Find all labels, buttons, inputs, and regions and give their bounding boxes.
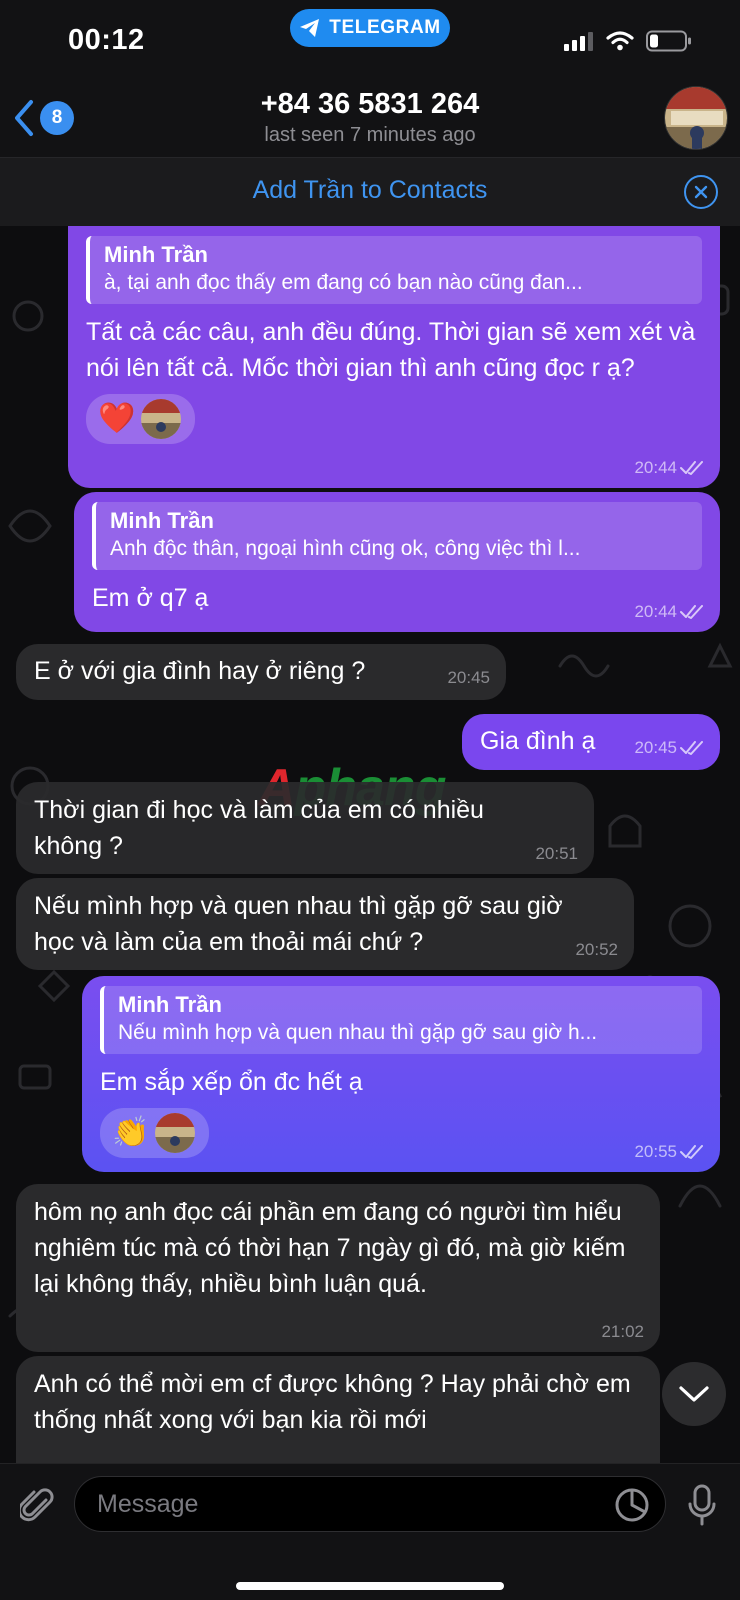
attach-button[interactable]: [16, 1484, 60, 1528]
reactor-avatar: [141, 399, 182, 439]
message-bubble-outgoing[interactable]: Minh Trần Nếu mình hợp và quen nhau thì …: [82, 976, 720, 1172]
chevron-down-icon: [679, 1386, 709, 1402]
status-time: 00:12: [68, 24, 145, 56]
message-meta: 20:44: [634, 458, 704, 478]
message-time: 20:52: [575, 940, 618, 959]
status-bar: 00:12 TELEGRAM: [0, 0, 740, 82]
reply-preview[interactable]: Minh Trần Nếu mình hợp và quen nhau thì …: [100, 986, 702, 1054]
sticker-icon[interactable]: [613, 1486, 651, 1524]
message-meta: 20:44: [634, 602, 704, 622]
message-time: 20:55: [634, 1142, 677, 1161]
wifi-icon: [606, 31, 634, 51]
message-bubble-incoming[interactable]: Thời gian đi học và làm của em có nhiều …: [16, 782, 594, 874]
message-text: Tất cả các câu, anh đều đúng. Thời gian …: [86, 318, 696, 382]
reply-snippet: Anh độc thân, ngoại hình cũng ok, công v…: [110, 537, 581, 560]
message-text: Anh có thể mời em cf được không ? Hay ph…: [34, 1370, 631, 1434]
reaction-chip[interactable]: 👏: [100, 1108, 210, 1158]
reply-preview[interactable]: Minh Trần à, tại anh đọc thấy em đang có…: [86, 236, 702, 304]
message-text: Em sắp xếp ổn đc hết ạ: [100, 1068, 363, 1096]
message-placeholder: Message: [97, 1490, 199, 1518]
reply-sender-name: Minh Trần: [104, 242, 208, 267]
chat-history[interactable]: Minh Trần à, tại anh đọc thấy em đang có…: [0, 226, 740, 1463]
message-meta: 20:51: [535, 844, 578, 864]
reply-snippet: Nếu mình hợp và quen nhau thì gặp gỡ sau…: [118, 1021, 598, 1044]
message-bubble-outgoing[interactable]: Minh Trần à, tại anh đọc thấy em đang có…: [68, 226, 720, 488]
heart-reaction: ❤️: [98, 402, 136, 435]
message-time: 20:51: [535, 844, 578, 863]
message-text: E ở với gia đình hay ở riêng ?: [34, 657, 366, 685]
contact-last-seen: last seen 7 minutes ago: [264, 124, 476, 146]
paperclip-icon: [20, 1488, 54, 1522]
reply-preview[interactable]: Minh Trần Anh độc thân, ngoại hình cũng …: [92, 502, 702, 570]
double-check-icon: [680, 1145, 703, 1159]
message-text: hôm nọ anh đọc cái phần em đang có người…: [34, 1198, 626, 1298]
message-time: 20:45: [447, 668, 490, 687]
message-time: 20:44: [634, 458, 677, 477]
message-time: 20:44: [634, 602, 677, 621]
message-bubble-incoming[interactable]: hôm nọ anh đọc cái phần em đang có người…: [16, 1184, 660, 1352]
telegram-return-pill[interactable]: TELEGRAM: [290, 9, 450, 47]
contact-avatar[interactable]: [664, 86, 728, 150]
battery-icon: [646, 30, 691, 52]
message-bubble-outgoing[interactable]: Minh Trần Anh độc thân, ngoại hình cũng …: [74, 492, 720, 632]
contact-title[interactable]: +84 36 5831 264: [0, 88, 740, 121]
double-check-icon: [680, 461, 703, 475]
message-meta: 20:45: [447, 668, 490, 688]
message-bubble-outgoing[interactable]: Gia đình ạ 20:45: [462, 714, 720, 770]
reply-snippet: à, tại anh đọc thấy em đang có bạn nào c…: [104, 271, 583, 294]
reply-sender-name: Minh Trần: [110, 508, 214, 533]
message-text: Thời gian đi học và làm của em có nhiều …: [34, 796, 484, 860]
message-input[interactable]: Message: [74, 1476, 666, 1532]
message-meta: 20:55: [634, 1142, 704, 1162]
add-contact-banner: Add Trần to Contacts: [0, 158, 740, 226]
reaction-chip[interactable]: ❤️: [86, 394, 196, 444]
microphone-button[interactable]: [680, 1482, 724, 1530]
microphone-icon: [688, 1484, 716, 1526]
message-meta: 21:02: [601, 1322, 644, 1342]
double-check-icon: [680, 741, 703, 755]
clap-reaction: 👏: [112, 1116, 150, 1149]
close-icon: [694, 185, 708, 199]
message-bubble-incoming[interactable]: Nếu mình hợp và quen nhau thì gặp gỡ sau…: [16, 878, 634, 970]
reply-sender-name: Minh Trần: [118, 992, 222, 1017]
message-time: 21:02: [601, 1322, 644, 1341]
message-text: Nếu mình hợp và quen nhau thì gặp gỡ sau…: [34, 892, 563, 956]
scroll-to-bottom-button[interactable]: [662, 1362, 726, 1426]
telegram-icon: [300, 19, 320, 37]
message-bubble-incoming[interactable]: Anh có thể mời em cf được không ? Hay ph…: [16, 1356, 660, 1463]
telegram-pill-label: TELEGRAM: [329, 17, 441, 38]
status-icons: [564, 30, 692, 52]
message-text: Em ở q7 ạ: [92, 584, 209, 612]
reactor-avatar: [155, 1113, 196, 1153]
add-to-contacts-link[interactable]: Add Trần to Contacts: [0, 176, 740, 205]
banner-close-button[interactable]: [684, 175, 718, 209]
message-bubble-incoming[interactable]: E ở với gia đình hay ở riêng ? 20:45: [16, 644, 506, 700]
chat-header: 8 +84 36 5831 264 last seen 7 minutes ag…: [0, 82, 740, 158]
message-meta: 20:45: [634, 738, 704, 758]
composer-bar: Message: [0, 1463, 740, 1600]
signal-icon: [564, 32, 593, 51]
message-time: 20:45: [634, 738, 677, 757]
double-check-icon: [680, 605, 703, 619]
message-meta: 20:52: [575, 940, 618, 960]
home-indicator: [236, 1582, 504, 1590]
